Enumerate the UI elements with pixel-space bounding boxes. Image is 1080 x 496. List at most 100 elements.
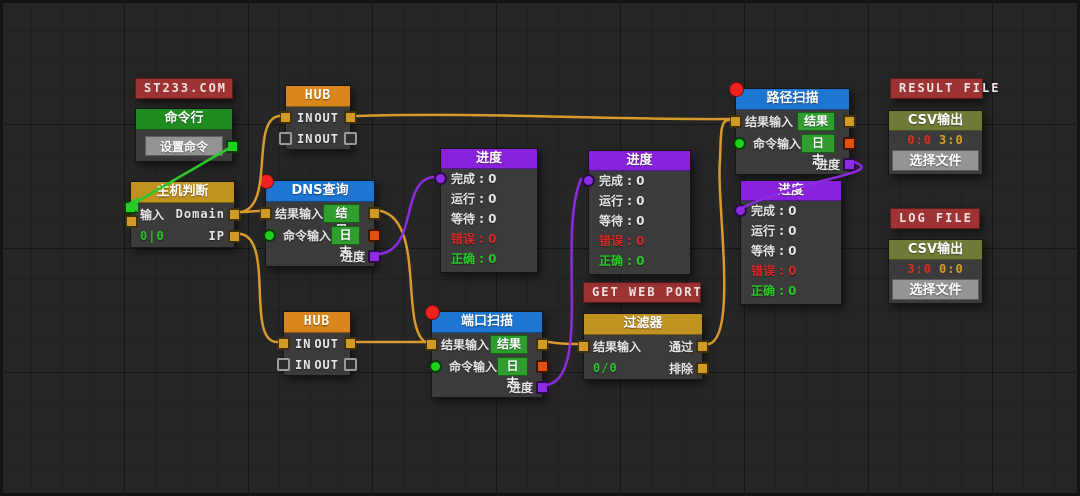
port-progress-in[interactable] [434,172,447,185]
command-row: 命令输入 日志 [266,224,374,246]
stat-running: 运行 : 0 [441,189,537,209]
csv-counter-gold: 0:0 [939,262,964,276]
result-row: 结果输入 结果 [266,202,374,224]
result-button[interactable]: 结果 [797,112,835,131]
stat-waiting: 等待 : 0 [589,211,690,231]
node-cmdline[interactable]: 命令行 设置命令 [135,108,233,162]
progress-row: 进度 [736,154,849,174]
port-log-out[interactable] [843,137,856,150]
port-out-empty[interactable] [344,358,357,371]
label-get-web-port[interactable]: GET WEB PORT [583,282,701,303]
port-result-in[interactable] [577,340,590,353]
stat-done: 完成 : 0 [741,201,841,221]
port-out[interactable] [344,111,357,124]
in-label: IN [297,111,313,125]
label-log-file[interactable]: LOG FILE [890,208,980,229]
port-log-out[interactable] [536,360,549,373]
log-button[interactable]: 日志 [331,226,360,245]
hub-row-2: IN OUT [286,128,350,149]
port-log-out[interactable] [368,229,381,242]
port-cmd-in[interactable] [733,137,746,150]
stat-correct: 正确 : 0 [589,251,690,271]
port-exclude-out[interactable] [696,362,709,375]
node-port-scan[interactable]: 端口扫描 结果输入 结果 命令输入 日志 进度 [431,311,543,398]
port-in-empty[interactable] [279,132,292,145]
port-progress-in[interactable] [734,204,747,217]
port-in[interactable] [279,111,292,124]
label-st233[interactable]: ST233.COM [135,78,233,99]
choose-file-button[interactable]: 选择文件 [892,279,979,300]
progress-title: 进度 [741,181,841,201]
port-result-in[interactable] [729,115,742,128]
result-button[interactable]: 结果 [490,335,528,354]
port-out-empty[interactable] [344,132,357,145]
port-result-in[interactable] [125,215,138,228]
command-row: 命令输入 日志 [432,355,542,377]
port-result-in[interactable] [259,207,272,220]
progress-label: 进度 [341,248,365,265]
log-button[interactable]: 日志 [497,357,528,376]
set-command-button[interactable]: 设置命令 [145,136,223,156]
hub-row-2: IN OUT [284,354,350,375]
node-host-check[interactable]: 主机判断 输入 Domain 0|0 IP [130,181,235,248]
node-path-scan[interactable]: 路径扫描 结果输入 结果 命令输入 日志 进度 [735,88,850,175]
port-cmd-out[interactable] [226,140,239,153]
node-hub-bottom[interactable]: HUB IN OUT IN OUT [283,311,351,376]
out-label: OUT [314,132,339,146]
pass-label: 通过 [669,338,693,355]
port-result-in[interactable] [425,338,438,351]
result-in-label: 结果输入 [441,336,489,353]
port-progress-out[interactable] [368,250,381,263]
node-hub-top[interactable]: HUB IN OUT IN OUT [285,85,351,150]
host-row-ip: 0|0 IP [131,225,234,247]
port-result-out[interactable] [536,338,549,351]
port-progress-in[interactable] [582,174,595,187]
cmd-in-label: 命令输入 [283,227,331,244]
in-label: IN [295,337,311,351]
node-csv-output-result[interactable]: CSV输出 0:03:0 选择文件 [888,110,983,175]
hub-title: HUB [286,86,350,107]
result-in-label: 结果输入 [275,205,323,222]
port-cmd-in[interactable] [429,360,442,373]
port-in[interactable] [277,337,290,350]
port-out[interactable] [344,337,357,350]
cmd-in-label: 命令输入 [753,135,801,152]
port-in-empty[interactable] [277,358,290,371]
status-dot [729,82,744,97]
port-cmd-in[interactable] [124,201,137,214]
label-result-file[interactable]: RESULT FILE [890,78,983,99]
node-csv-output-log[interactable]: CSV输出 3:00:0 选择文件 [888,239,983,304]
wire-dns-progress-to-progress1 [379,177,433,254]
port-result-out[interactable] [368,207,381,220]
stat-error: 错误 : 0 [589,231,690,251]
port-result-out[interactable] [843,115,856,128]
node-progress-dns[interactable]: 进度 完成 : 0 运行 : 0 等待 : 0 错误 : 0 正确 : 0 [440,148,538,273]
node-filter[interactable]: 过滤器 结果输入 通过 0/0 排除 [583,313,703,380]
port-cmd-in[interactable] [263,229,276,242]
progress-label: 进度 [509,379,533,396]
in-label: IN [297,132,313,146]
node-dns-query[interactable]: DNS查询 结果输入 结果 命令输入 日志 进度 [265,180,375,267]
stat-error: 错误 : 0 [441,229,537,249]
progress-label: 进度 [816,156,840,173]
result-row: 结果输入 结果 [736,110,849,132]
progress-row: 进度 [432,377,542,397]
port-progress-out[interactable] [536,381,549,394]
csv-counter-gold: 3:0 [939,133,964,147]
port-pass-out[interactable] [696,340,709,353]
choose-file-button[interactable]: 选择文件 [892,150,979,171]
port-domain-out[interactable] [228,208,241,221]
csv-counter-red: 0:0 [907,133,932,147]
host-row-domain: 输入 Domain [131,203,234,225]
node-progress-pathscan[interactable]: 进度 完成 : 0 运行 : 0 等待 : 0 错误 : 0 正确 : 0 [740,180,842,305]
log-button[interactable]: 日志 [801,134,835,153]
node-progress-portscan[interactable]: 进度 完成 : 0 运行 : 0 等待 : 0 错误 : 0 正确 : 0 [588,150,691,275]
node-graph-canvas[interactable]: { "labels": { "st233": "ST233.COM", "get… [0,0,1080,496]
result-button[interactable]: 结果 [323,204,360,223]
port-ip-out[interactable] [228,230,241,243]
wire-portscan-result-to-filter [549,342,577,344]
result-row: 结果输入 结果 [432,333,542,355]
domain-label: Domain [176,207,225,221]
pass-row: 结果输入 通过 [584,335,702,357]
port-progress-out[interactable] [843,158,856,171]
